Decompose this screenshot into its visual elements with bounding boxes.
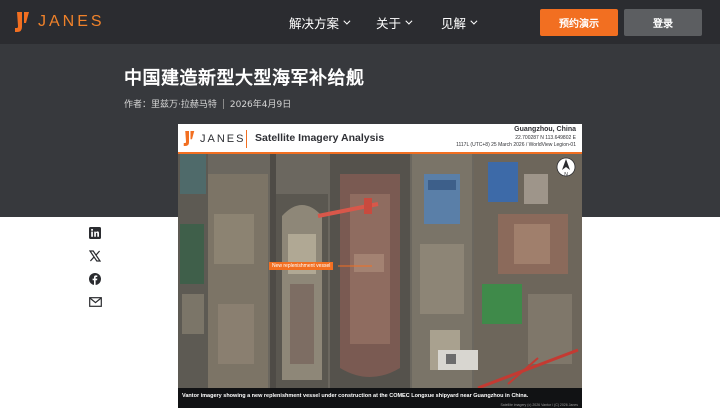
brand-logo[interactable]: JANES <box>14 10 105 34</box>
north-arrow-icon: N <box>556 157 576 178</box>
figure-capture-info: 1117L (UTC+8) 25 March 2026 / WorldView … <box>456 142 576 148</box>
facebook-icon <box>89 273 101 285</box>
article-title: 中国建造新型大型海军补给舰 <box>124 68 365 89</box>
svg-text:N: N <box>564 172 568 178</box>
vessel-annotation-label: New replenishment vessel <box>269 262 334 270</box>
email-icon <box>88 297 102 307</box>
x-icon <box>89 250 101 262</box>
article-figure[interactable]: JANES Satellite Imagery Analysis Guangzh… <box>178 124 582 408</box>
figure-location: Guangzhou, China <box>514 126 576 133</box>
figure-divider <box>246 130 247 148</box>
nav-about[interactable]: 关于 <box>376 0 413 44</box>
figure-heading: Satellite Imagery Analysis <box>255 132 385 144</box>
nav-insights[interactable]: 见解 <box>441 0 478 44</box>
facebook-share-button[interactable] <box>88 272 102 286</box>
article-date: 2026年4月9日 <box>229 100 292 110</box>
chevron-down-icon <box>343 17 351 25</box>
book-demo-button[interactable]: 预约演示 <box>540 9 618 36</box>
x-share-button[interactable] <box>88 249 102 263</box>
nav-insights-label: 见解 <box>441 15 467 31</box>
nav-about-label: 关于 <box>376 15 402 31</box>
figure-credit: Satellite imagery (c) 2026 Vantor / (C) … <box>500 403 578 407</box>
article-author[interactable]: 作者：里兹万·拉赫马特 <box>124 97 217 110</box>
linkedin-icon <box>89 227 101 239</box>
nav-solutions[interactable]: 解决方案 <box>289 0 351 44</box>
article-meta: 作者：里兹万·拉赫马特 2026年4月9日 <box>124 97 291 110</box>
login-button[interactable]: 登录 <box>624 9 702 36</box>
nav-solutions-label: 解决方案 <box>289 15 340 31</box>
figure-header: JANES Satellite Imagery Analysis Guangzh… <box>178 124 582 154</box>
brand-name: JANES <box>38 13 105 30</box>
janes-logo-icon <box>183 131 195 146</box>
satellite-image <box>178 154 582 388</box>
meta-divider <box>222 98 224 109</box>
janes-logo-icon <box>15 12 29 32</box>
top-navigation-bar: JANES 解决方案 关于 见解 预约演示 登录 <box>0 0 720 44</box>
chevron-down-icon <box>470 17 478 25</box>
figure-brand: JANES <box>200 132 246 145</box>
email-share-button[interactable] <box>88 295 102 309</box>
figure-logo: JANES <box>183 130 245 147</box>
figure-caption: Vantor imagery showing a new replenishme… <box>182 393 529 399</box>
chevron-down-icon <box>405 17 413 25</box>
figure-coordinates: 22.700287 N 113.649802 E <box>515 135 576 141</box>
linkedin-share-button[interactable] <box>88 226 102 240</box>
